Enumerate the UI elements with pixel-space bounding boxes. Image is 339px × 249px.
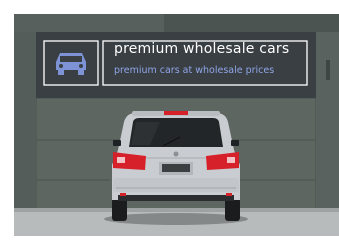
top-margin: [14, 4, 339, 14]
sign-title: premium wholesale cars: [114, 41, 290, 57]
brake-light: [164, 111, 188, 115]
photo-scene: [14, 4, 339, 241]
dealership-photo: [14, 4, 339, 241]
license-plate: [162, 164, 190, 172]
sign-subtitle: premium cars at wholesale prices: [114, 65, 275, 76]
